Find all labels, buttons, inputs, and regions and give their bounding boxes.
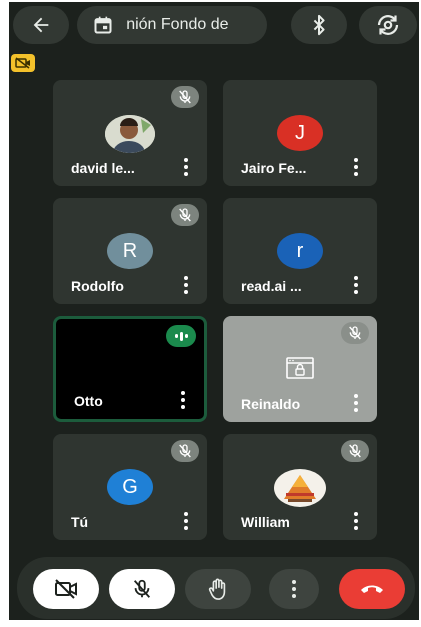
camera-toggle-button[interactable] bbox=[33, 569, 99, 609]
camera-off-icon bbox=[55, 579, 77, 599]
participant-name: david le... bbox=[71, 160, 135, 176]
participant-tile-reinaldo[interactable]: Reinaldo bbox=[223, 316, 377, 422]
mic-off-icon bbox=[133, 579, 151, 598]
mic-off-icon bbox=[179, 208, 191, 222]
participant-tile-read-ai[interactable]: r read.ai ... bbox=[223, 198, 377, 304]
meeting-title-button[interactable]: nión Fondo de bbox=[77, 6, 267, 44]
more-options-button[interactable] bbox=[351, 276, 361, 294]
participant-name: William bbox=[241, 514, 290, 530]
avatar-logo bbox=[274, 469, 326, 507]
raise-hand-icon bbox=[208, 578, 226, 600]
person-photo-icon bbox=[105, 115, 155, 153]
avatar-initial: R bbox=[107, 233, 153, 269]
more-options-button[interactable] bbox=[351, 394, 361, 412]
back-button[interactable] bbox=[13, 6, 69, 44]
mic-off-icon bbox=[179, 90, 191, 104]
participant-name: Otto bbox=[74, 393, 103, 409]
switch-camera-button[interactable] bbox=[359, 6, 417, 44]
mic-off-icon bbox=[349, 326, 361, 340]
camera-switch-icon bbox=[377, 15, 399, 35]
avatar-initial: J bbox=[277, 115, 323, 151]
hang-up-icon bbox=[361, 585, 383, 593]
participant-name: read.ai ... bbox=[241, 278, 302, 294]
meet-screen: nión Fondo de david le... J Jairo Fe... … bbox=[9, 2, 419, 620]
participant-name: Tú bbox=[71, 514, 89, 530]
muted-indicator bbox=[171, 440, 199, 462]
muted-indicator bbox=[171, 204, 199, 226]
speaking-indicator bbox=[166, 325, 196, 347]
avatar-photo bbox=[105, 115, 155, 153]
more-options-button[interactable] bbox=[181, 512, 191, 530]
muted-indicator bbox=[171, 86, 199, 108]
muted-indicator bbox=[341, 440, 369, 462]
avatar-initial: r bbox=[277, 233, 323, 269]
more-options-button[interactable] bbox=[351, 512, 361, 530]
participant-name: Rodolfo bbox=[71, 278, 124, 294]
more-options-button[interactable] bbox=[351, 158, 361, 176]
participant-tile-david[interactable]: david le... bbox=[53, 80, 207, 186]
more-vert-icon bbox=[292, 580, 296, 598]
bluetooth-audio-button[interactable] bbox=[291, 6, 347, 44]
camera-off-icon bbox=[15, 57, 30, 69]
avatar-initial: G bbox=[107, 469, 153, 505]
mic-off-icon bbox=[179, 444, 191, 458]
meeting-title: nión Fondo de bbox=[123, 16, 229, 33]
participant-tile-otto[interactable]: Otto bbox=[53, 316, 207, 422]
hang-up-button[interactable] bbox=[339, 569, 405, 609]
arrow-left-icon bbox=[33, 17, 49, 33]
more-options-button[interactable] bbox=[269, 569, 319, 609]
participant-name: Reinaldo bbox=[241, 396, 301, 412]
bluetooth-icon bbox=[313, 14, 325, 36]
muted-indicator bbox=[341, 322, 369, 344]
participant-tile-william[interactable]: William bbox=[223, 434, 377, 540]
camera-off-badge bbox=[11, 54, 35, 72]
more-options-button[interactable] bbox=[181, 276, 191, 294]
raise-hand-button[interactable] bbox=[185, 569, 251, 609]
more-options-button[interactable] bbox=[178, 391, 188, 409]
more-options-button[interactable] bbox=[181, 158, 191, 176]
participant-tile-rodolfo[interactable]: R Rodolfo bbox=[53, 198, 207, 304]
mic-off-icon bbox=[349, 444, 361, 458]
participant-tile-jairo[interactable]: J Jairo Fe... bbox=[223, 80, 377, 186]
call-controls-bar bbox=[17, 557, 415, 619]
participant-name: Jairo Fe... bbox=[241, 160, 307, 176]
calendar-icon bbox=[94, 16, 112, 34]
microphone-toggle-button[interactable] bbox=[109, 569, 175, 609]
video-paused-indicator bbox=[285, 356, 315, 380]
pyramid-logo-icon bbox=[284, 475, 316, 502]
audio-level-icon bbox=[174, 331, 188, 341]
window-lock-icon bbox=[286, 357, 314, 379]
participant-tile-self[interactable]: G Tú bbox=[53, 434, 207, 540]
